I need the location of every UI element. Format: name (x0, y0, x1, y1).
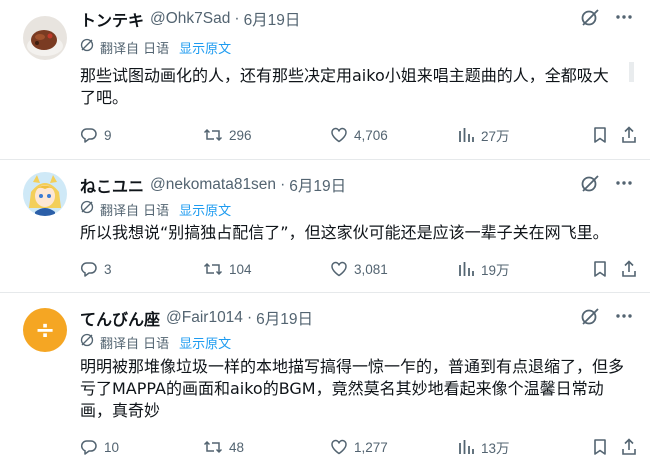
views-icon (459, 262, 474, 276)
user-handle[interactable]: @Fair1014 (166, 309, 243, 327)
post-date[interactable]: 6月19日 (244, 8, 301, 30)
grok-icon[interactable] (580, 173, 600, 198)
translation-bar: 翻译自 日语 显示原文 (80, 332, 231, 352)
views-icon (459, 440, 474, 454)
views-button[interactable]: 19万 (457, 258, 510, 280)
show-original-link[interactable]: 显示原文 (179, 38, 231, 57)
display-name[interactable]: てんびん座 (80, 306, 160, 330)
like-count: 1,277 (354, 439, 388, 455)
retweet-icon (203, 262, 223, 276)
share-icon (622, 126, 636, 143)
translated-from-label: 翻译自 日语 (100, 336, 170, 352)
retweet-icon (203, 440, 223, 454)
share-button[interactable] (620, 124, 638, 146)
tweet-header: てんびん座 @Fair1014 · 6月19日 (80, 307, 634, 329)
bookmark-button[interactable] (592, 436, 608, 458)
user-handle[interactable]: @Ohk7Sad (150, 10, 230, 28)
view-count: 13万 (481, 441, 510, 456)
header-icons (580, 307, 634, 329)
translate-icon (80, 333, 94, 351)
reply-button[interactable]: 10 (80, 436, 119, 458)
avatar[interactable] (23, 172, 67, 216)
display-name[interactable]: トンテキ (80, 7, 144, 31)
reply-icon (80, 440, 97, 455)
avatar[interactable]: ÷ (23, 308, 67, 352)
translate-icon (80, 200, 94, 218)
bookmark-icon (594, 127, 606, 143)
translated-from-label: 翻译自 日语 (100, 41, 170, 57)
tweet[interactable]: ねこユニ @nekomata81sen · 6月19日 翻译自 日语 显示原文 … (0, 160, 650, 293)
separator-dot: · (280, 176, 286, 193)
like-count: 3,081 (354, 261, 388, 277)
translation-bar: 翻译自 日语 显示原文 (80, 37, 231, 57)
action-bar: 10 48 1,277 13万 (80, 436, 638, 458)
retweet-icon (203, 128, 223, 142)
reply-count: 10 (104, 439, 120, 455)
translate-icon (80, 38, 94, 56)
post-date[interactable]: 6月19日 (256, 307, 313, 329)
header-icons (580, 174, 634, 196)
share-button[interactable] (620, 258, 638, 280)
view-count: 19万 (481, 263, 510, 278)
more-options-icon[interactable] (614, 7, 634, 32)
bookmark-button[interactable] (592, 124, 608, 146)
view-count: 27万 (481, 129, 510, 144)
header-icons (580, 8, 634, 30)
share-button[interactable] (620, 436, 638, 458)
like-button[interactable]: 1,277 (330, 436, 388, 458)
like-count: 4,706 (354, 127, 388, 143)
heart-icon (331, 261, 347, 277)
tweet-header: ねこユニ @nekomata81sen · 6月19日 (80, 174, 634, 196)
tweet[interactable]: ÷ てんびん座 @Fair1014 · 6月19日 翻译自 日语 显示原文 明明… (0, 293, 650, 468)
reply-button[interactable]: 9 (80, 124, 112, 146)
like-button[interactable]: 3,081 (330, 258, 388, 280)
avatar[interactable] (23, 16, 67, 60)
more-options-icon[interactable] (614, 306, 634, 331)
retweet-count: 296 (229, 127, 252, 143)
grok-icon[interactable] (580, 7, 600, 32)
translation-bar: 翻译自 日语 显示原文 (80, 199, 231, 219)
tweet[interactable]: トンテキ @Ohk7Sad · 6月19日 翻译自 日语 显示原文 那些试图动画… (0, 0, 650, 160)
scroll-indicator (629, 62, 634, 82)
user-handle[interactable]: @nekomata81sen (150, 176, 276, 194)
separator-dot: · (246, 309, 253, 326)
tweet-header: トンテキ @Ohk7Sad · 6月19日 (80, 8, 634, 30)
reply-icon (80, 128, 97, 143)
share-icon (622, 438, 636, 455)
translated-from-label: 翻译自 日语 (100, 203, 170, 219)
like-button[interactable]: 4,706 (330, 124, 388, 146)
action-bar: 3 104 3,081 19万 (80, 258, 638, 280)
views-icon (459, 128, 474, 142)
reply-button[interactable]: 3 (80, 258, 112, 280)
tweet-text: 所以我想说“别搞独占配信了”，但这家伙可能还是应该一辈子关在网飞里。 (80, 223, 609, 242)
reply-icon (80, 262, 97, 277)
retweet-button[interactable]: 104 (203, 258, 252, 280)
grok-icon[interactable] (580, 306, 600, 331)
retweet-count: 48 (229, 439, 245, 455)
retweet-button[interactable]: 48 (203, 436, 244, 458)
tweet-text: 明明被那堆像垃圾一样的本地描写搞得一惊一乍的，普通到有点退缩了，但多亏了MAPP… (80, 357, 625, 420)
retweet-button[interactable]: 296 (203, 124, 252, 146)
bookmark-icon (594, 261, 606, 277)
post-date[interactable]: 6月19日 (289, 174, 346, 196)
heart-icon (331, 127, 347, 143)
display-name[interactable]: ねこユニ (80, 173, 144, 197)
bookmark-icon (594, 439, 606, 455)
separator-dot: · (234, 10, 240, 27)
action-bar: 9 296 4,706 27万 (80, 124, 638, 146)
views-button[interactable]: 13万 (457, 436, 510, 458)
reply-count: 9 (104, 127, 112, 143)
tweet-text: 那些试图动画化的人，还有那些决定用aiko小姐来唱主题曲的人，全都吸大了吧。 (80, 66, 609, 107)
retweet-count: 104 (229, 261, 252, 277)
share-icon (622, 260, 636, 277)
show-original-link[interactable]: 显示原文 (179, 200, 231, 219)
reply-count: 3 (104, 261, 112, 277)
show-original-link[interactable]: 显示原文 (179, 333, 231, 352)
avatar-glyph: ÷ (34, 316, 56, 344)
heart-icon (331, 439, 347, 455)
views-button[interactable]: 27万 (457, 124, 510, 146)
bookmark-button[interactable] (592, 258, 608, 280)
more-options-icon[interactable] (614, 173, 634, 198)
